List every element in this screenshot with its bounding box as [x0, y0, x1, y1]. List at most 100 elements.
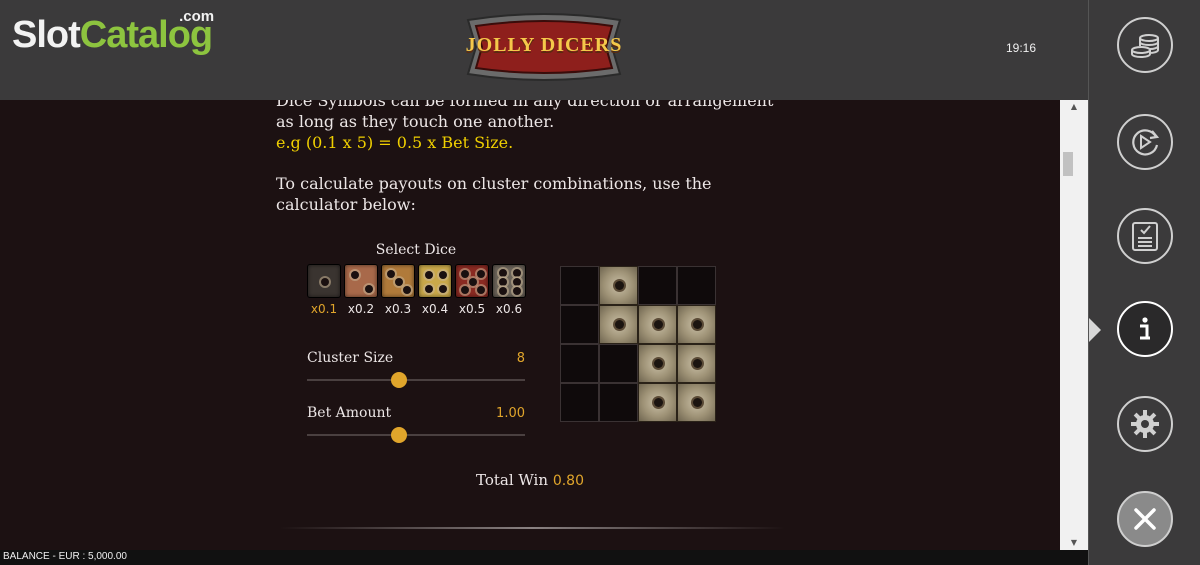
dice-multiplier-label: x0.1	[310, 302, 338, 316]
calculator-intro: To calculate payouts on cluster combinat…	[276, 174, 712, 214]
select-dice-title: Select Dice	[375, 242, 457, 258]
die-pip	[499, 278, 507, 286]
die-pip	[513, 287, 521, 295]
dice-option[interactable]: x0.4	[418, 264, 452, 316]
close-icon	[1134, 508, 1156, 530]
die-pip	[403, 286, 411, 294]
cluster-size-slider[interactable]	[307, 372, 525, 388]
total-win-value: 0.80	[552, 473, 584, 489]
balance-bar: BALANCE - EUR : 5,000.00	[0, 550, 1088, 565]
grid-cell-empty	[560, 305, 599, 344]
die-pip	[425, 271, 433, 279]
bet-amount-label: Bet Amount	[307, 405, 392, 421]
autoplay-button[interactable]	[1117, 114, 1173, 170]
dice-multiplier-label: x0.3	[384, 302, 412, 316]
sidebar	[1088, 0, 1200, 565]
scrollbar[interactable]: ▲ ▼	[1060, 100, 1088, 550]
cluster-size-label: Cluster Size	[307, 350, 394, 366]
die-pip	[461, 270, 469, 278]
scroll-down-arrow-icon[interactable]: ▼	[1060, 536, 1088, 550]
dice-multiplier-label: x0.2	[347, 302, 375, 316]
grid-cell-die	[638, 344, 677, 383]
dice-option[interactable]: x0.3	[381, 264, 415, 316]
cluster-grid	[560, 266, 716, 422]
grid-cell-empty	[677, 266, 716, 305]
clock: 19:16	[1006, 41, 1037, 55]
bet-amount-slider[interactable]	[307, 427, 525, 443]
paytable-icon	[1132, 222, 1158, 251]
grid-cell-die	[599, 305, 638, 344]
grid-cell-empty	[560, 344, 599, 383]
dice-multiplier-label: x0.4	[421, 302, 449, 316]
rules-text: Dice Symbols can be formed in any direct…	[276, 100, 774, 131]
cluster-size-slider-thumb[interactable]	[390, 372, 407, 388]
grid-cell-die	[638, 305, 677, 344]
close-button[interactable]	[1117, 491, 1173, 547]
die-pip	[477, 270, 485, 278]
paytable-button[interactable]	[1117, 208, 1173, 264]
dice-option[interactable]: x0.6	[492, 264, 526, 316]
total-win: Total Win 0.80	[440, 471, 620, 489]
die-pip	[387, 270, 395, 278]
bet-amount-slider-thumb[interactable]	[390, 427, 407, 443]
grid-cell-empty	[599, 383, 638, 422]
cluster-size-value: 8	[516, 351, 525, 366]
scroll-thumb[interactable]	[1063, 152, 1073, 176]
grid-cell-empty	[560, 266, 599, 305]
dice-multiplier-label: x0.5	[458, 302, 486, 316]
dice-multiplier-label: x0.6	[495, 302, 523, 316]
dice-selector: x0.1 x0.2 x0.3 x0.4 x0.5 x0.6	[307, 264, 526, 316]
dice-option[interactable]: x0.2	[344, 264, 378, 316]
active-indicator	[1089, 318, 1101, 342]
coins-button[interactable]	[1117, 17, 1173, 73]
grid-cell-empty	[560, 383, 599, 422]
coins-icon	[1131, 34, 1159, 59]
die-pip	[439, 285, 447, 293]
die-pip	[469, 278, 477, 286]
rules-content: Dice Symbols can be formed in any direct…	[0, 100, 1060, 550]
grid-cell-die	[599, 266, 638, 305]
settings-icon	[1131, 410, 1159, 438]
die-pip	[499, 287, 507, 295]
die-pip	[321, 278, 329, 286]
autoplay-icon	[1132, 129, 1160, 156]
slotcatalog-logo: SlotCatalog .com	[12, 8, 215, 56]
scroll-up-arrow-icon[interactable]: ▲	[1060, 100, 1088, 114]
die-pip	[513, 278, 521, 286]
grid-cell-die	[638, 383, 677, 422]
die-icon[interactable]	[307, 264, 341, 298]
game-title: JOLLY DICERS	[465, 34, 623, 56]
dice-option[interactable]: x0.1	[307, 264, 341, 316]
die-icon[interactable]	[492, 264, 526, 298]
grid-cell-empty	[599, 344, 638, 383]
game-logo: JOLLY DICERS	[462, 6, 626, 88]
dice-option[interactable]: x0.5	[455, 264, 489, 316]
settings-button[interactable]	[1117, 396, 1173, 452]
die-pip	[365, 285, 373, 293]
grid-cell-die	[677, 344, 716, 383]
die-pip	[351, 271, 359, 279]
die-icon[interactable]	[381, 264, 415, 298]
die-pip	[425, 285, 433, 293]
grid-cell-empty	[638, 266, 677, 305]
die-pip	[513, 269, 521, 277]
die-pip	[439, 271, 447, 279]
grid-cell-die	[677, 383, 716, 422]
info-button[interactable]	[1117, 301, 1173, 357]
divider	[280, 527, 785, 529]
info-icon	[1140, 317, 1150, 340]
rules-example: e.g (0.1 x 5) = 0.5 x Bet Size.	[276, 133, 514, 152]
die-pip	[461, 286, 469, 294]
top-bar: SlotCatalog .com JOLLY DICERS 19:16	[0, 0, 1088, 100]
die-icon[interactable]	[418, 264, 452, 298]
die-icon[interactable]	[344, 264, 378, 298]
die-pip	[395, 278, 403, 286]
total-win-label: Total Win	[476, 471, 549, 489]
die-pip	[477, 286, 485, 294]
die-pip	[499, 269, 507, 277]
die-icon[interactable]	[455, 264, 489, 298]
rules-paragraph: Dice Symbols can be formed in any direct…	[276, 100, 796, 153]
balance-text: BALANCE - EUR : 5,000.00	[3, 551, 127, 562]
bet-amount-value: 1.00	[496, 406, 525, 421]
grid-cell-die	[677, 305, 716, 344]
